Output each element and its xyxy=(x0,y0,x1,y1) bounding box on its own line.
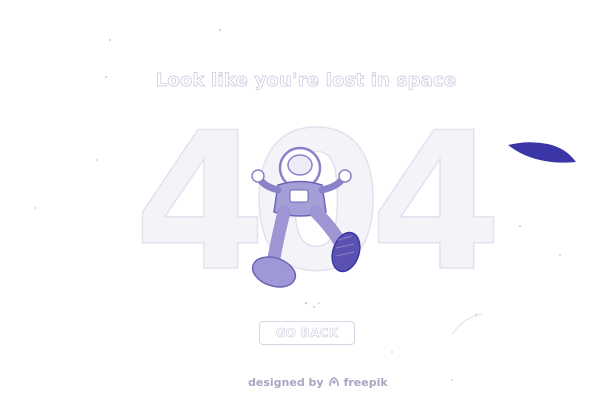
freepik-credit[interactable]: designed by freepik xyxy=(248,374,388,390)
go-back-button[interactable]: GO BACK xyxy=(259,321,355,345)
error-digit-first: 4 xyxy=(134,92,266,313)
error-code-404: 4 0 4 xyxy=(133,91,503,314)
freepik-logo-icon xyxy=(328,376,340,388)
credit-brand: freepik xyxy=(343,375,388,389)
credit-designed-by: designed by xyxy=(248,375,324,389)
error-digit-last: 4 xyxy=(370,92,502,313)
